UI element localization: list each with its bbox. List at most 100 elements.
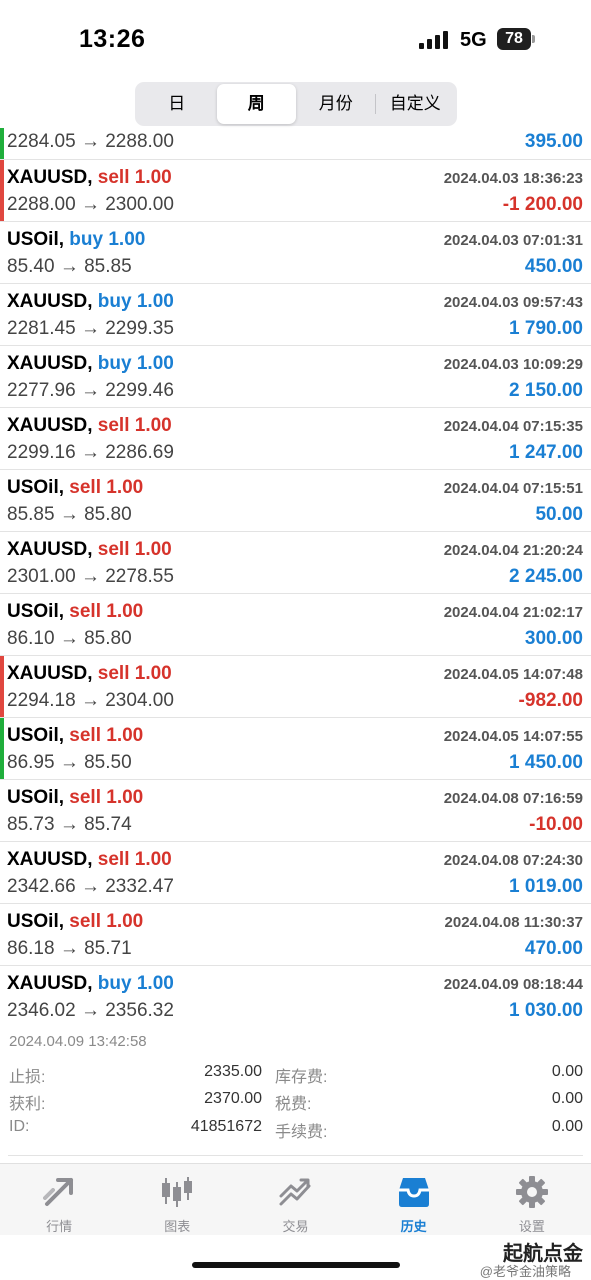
segment-week[interactable]: 周	[216, 84, 296, 124]
trade-history-list: 2284.05 → 2288.00 395.00 XAUUSD, sell 1.…	[0, 128, 591, 1028]
trade-prices: 2299.16 → 2286.69	[7, 442, 174, 463]
trade-row[interactable]: USOil, sell 1.00 2024.04.05 14:07:55 86.…	[0, 718, 591, 780]
commission-value: 0.00	[551, 1118, 583, 1135]
trade-icon	[279, 1178, 311, 1206]
trade-symbol: USOil,	[7, 477, 65, 498]
stop-loss-label: 止损:	[9, 1069, 46, 1086]
trade-prices: 85.73 → 85.74	[7, 814, 132, 835]
detail-time: 2024.04.09 13:42:58	[9, 1033, 147, 1050]
trade-time: 2024.04.04 21:02:17	[443, 604, 583, 621]
result-bar	[0, 656, 4, 717]
segment-custom[interactable]: 自定义	[376, 84, 456, 124]
trade-prices: 2277.96 → 2299.46	[7, 380, 174, 401]
battery-level: 78	[497, 28, 531, 50]
trade-row[interactable]: XAUUSD, buy 1.00 2024.04.09 08:18:44 234…	[0, 966, 591, 1028]
trade-row[interactable]: USOil, sell 1.00 2024.04.08 11:30:37 86.…	[0, 904, 591, 966]
trade-profit: 2 150.00	[509, 380, 583, 401]
trade-direction: sell 1.00	[69, 911, 144, 932]
trade-profit: -1 200.00	[502, 194, 583, 215]
trade-prices: 86.95 → 85.50	[7, 752, 132, 773]
trade-time: 2024.04.04 07:15:51	[443, 480, 583, 497]
detail-row-take-profit: 获利: 2370.00 税费: 0.00	[0, 1090, 591, 1116]
segment-label: 日	[168, 94, 186, 113]
stop-loss-value: 2335.00	[204, 1063, 262, 1080]
segment-day[interactable]: 日	[137, 84, 217, 124]
trade-time: 2024.04.03 09:57:43	[443, 294, 583, 311]
trade-prices: 2301.00 → 2278.55	[7, 566, 174, 587]
trade-row[interactable]: USOil, sell 1.00 2024.04.04 21:02:17 86.…	[0, 594, 591, 656]
trade-direction: buy 1.00	[97, 973, 174, 994]
trade-prices: 85.40 → 85.85	[7, 256, 132, 277]
take-profit-value: 2370.00	[204, 1090, 262, 1107]
trade-prices: 86.18 → 85.71	[7, 938, 132, 959]
trade-symbol: USOil,	[7, 229, 65, 250]
tab-chart[interactable]: 图表	[118, 1164, 236, 1235]
trade-prices: 86.10 → 85.80	[7, 628, 132, 649]
trade-row[interactable]: XAUUSD, buy 1.00 2024.04.03 09:57:43 228…	[0, 284, 591, 346]
tab-label: 行情	[46, 1219, 73, 1234]
trade-time: 2024.04.08 11:30:37	[444, 914, 583, 931]
tab-quotes[interactable]: 行情	[0, 1164, 118, 1235]
trade-row[interactable]: USOil, sell 1.00 2024.04.08 07:16:59 85.…	[0, 780, 591, 842]
trade-row[interactable]: XAUUSD, sell 1.00 2024.04.05 14:07:48 22…	[0, 656, 591, 718]
tab-label: 设置	[518, 1219, 545, 1234]
trade-direction: buy 1.00	[69, 229, 146, 250]
trade-direction: buy 1.00	[97, 291, 174, 312]
trade-title: USOil, sell 1.00	[7, 477, 143, 499]
trade-row[interactable]: XAUUSD, sell 1.00 2024.04.04 21:20:24 23…	[0, 532, 591, 594]
trade-row[interactable]: XAUUSD, buy 1.00 2024.04.03 10:09:29 227…	[0, 346, 591, 408]
trade-row[interactable]: USOil, buy 1.00 2024.04.03 07:01:31 85.4…	[0, 222, 591, 284]
tab-history[interactable]: 历史	[355, 1164, 473, 1235]
trade-time: 2024.04.08 07:24:30	[443, 852, 583, 869]
tab-label: 历史	[400, 1219, 427, 1234]
trade-direction: sell 1.00	[69, 787, 144, 808]
trade-prices: 2342.66 → 2332.47	[7, 876, 174, 897]
trade-profit: 2 245.00	[509, 566, 583, 587]
settings-icon	[515, 1176, 548, 1208]
trade-row[interactable]: XAUUSD, sell 1.00 2024.04.04 07:15:35 22…	[0, 408, 591, 470]
trade-prices: 85.85 → 85.80	[7, 504, 132, 525]
trade-profit: 300.00	[524, 628, 583, 649]
tab-trade[interactable]: 交易	[236, 1164, 354, 1235]
segment-month[interactable]: 月份	[296, 84, 376, 124]
trade-direction: sell 1.00	[97, 167, 172, 188]
trade-profit: 395.00	[524, 131, 583, 152]
trade-symbol: USOil,	[7, 911, 65, 932]
battery-icon: 78	[497, 28, 535, 50]
history-icon	[398, 1178, 429, 1207]
watermark-handle: @老爷金油策略	[479, 1264, 571, 1279]
trade-time: 2024.04.09 08:18:44	[443, 976, 583, 993]
trade-title: XAUUSD, sell 1.00	[7, 539, 172, 561]
trade-title: XAUUSD, sell 1.00	[7, 849, 172, 871]
home-indicator[interactable]	[192, 1262, 400, 1268]
trade-profit: 1 030.00	[509, 1000, 583, 1021]
trade-row[interactable]: XAUUSD, sell 1.00 2024.04.03 18:36:23 22…	[0, 160, 591, 222]
trade-prices: 2294.18 → 2304.00	[7, 690, 174, 711]
segment-label: 自定义	[389, 94, 441, 113]
trade-time: 2024.04.04 07:15:35	[443, 418, 583, 435]
trade-direction: sell 1.00	[97, 849, 172, 870]
trade-symbol: XAUUSD,	[7, 663, 93, 684]
trade-profit: -982.00	[518, 690, 583, 711]
trade-time: 2024.04.05 14:07:55	[443, 728, 583, 745]
segment-label: 周	[247, 94, 265, 113]
signal-icon	[419, 31, 448, 49]
trade-time: 2024.04.03 18:36:23	[443, 170, 583, 187]
result-bar	[0, 160, 4, 221]
network-label: 5G	[460, 29, 487, 51]
trade-row[interactable]: USOil, sell 1.00 2024.04.04 07:15:51 85.…	[0, 470, 591, 532]
trade-prices: 2281.45 → 2299.35	[7, 318, 174, 339]
take-profit-label: 获利:	[9, 1096, 46, 1113]
trade-symbol: XAUUSD,	[7, 973, 93, 994]
commission-label: 手续费:	[275, 1124, 328, 1141]
trade-row[interactable]: 2284.05 → 2288.00 395.00	[0, 128, 591, 160]
trade-symbol: USOil,	[7, 787, 65, 808]
trade-row[interactable]: XAUUSD, sell 1.00 2024.04.08 07:24:30 23…	[0, 842, 591, 904]
swap-value: 0.00	[551, 1063, 583, 1080]
swap-label: 库存费:	[275, 1069, 328, 1086]
tab-label: 图表	[164, 1219, 191, 1234]
trade-title: XAUUSD, sell 1.00	[7, 167, 172, 189]
tab-settings[interactable]: 设置	[473, 1164, 591, 1235]
trade-symbol: XAUUSD,	[7, 353, 93, 374]
trade-title: USOil, sell 1.00	[7, 725, 143, 747]
